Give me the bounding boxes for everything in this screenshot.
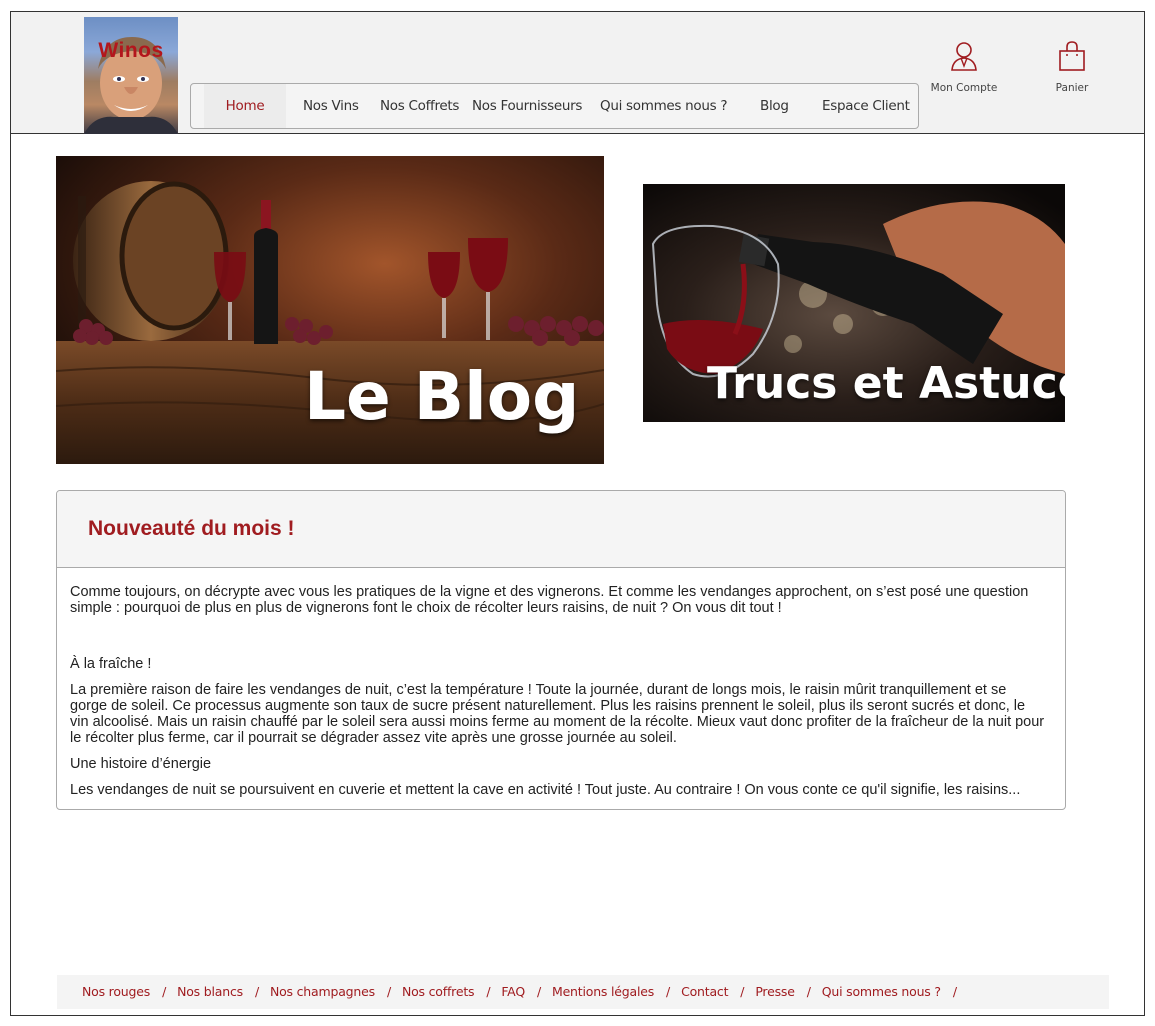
article-body[interactable]: Comme toujours, on décrypte avec vous le… (70, 584, 1045, 804)
footer-separator: / (486, 984, 491, 999)
footer-separator: / (952, 984, 957, 999)
blog-banner[interactable]: Le Blog (56, 156, 604, 464)
nav-nos-coffrets[interactable]: Nos Coffrets (380, 84, 459, 128)
tips-banner-title: Trucs et Astuces (707, 358, 1065, 409)
footer-separator: / (386, 984, 391, 999)
site-logo[interactable]: Winos (84, 17, 178, 134)
main-nav: Home Nos Vins Nos Coffrets Nos Fournisse… (190, 83, 919, 129)
footer-link-nos-coffrets[interactable]: Nos coffrets (402, 984, 475, 999)
account-link[interactable]: Mon Compte (929, 40, 999, 94)
footer-links: Nos rouges / Nos blancs / Nos champagnes / Nos… (82, 975, 968, 1009)
cart-label: Panier (1055, 82, 1089, 94)
article-intro: Comme toujours, on décrypte avec vous le… (70, 584, 1029, 616)
footer-separator: / (740, 984, 745, 999)
article-paragraph-1: La première raison de faire les vendange… (70, 682, 1045, 746)
site-footer: Nos rouges / Nos blancs / Nos champagnes / Nos… (57, 975, 1109, 1009)
footer-link-contact[interactable]: Contact (681, 984, 728, 999)
footer-separator: / (254, 984, 259, 999)
footer-separator: / (162, 984, 167, 999)
logo-portrait-icon (84, 37, 178, 134)
article-title: Nouveauté du mois ! (88, 517, 295, 540)
article-paragraph-2: Les vendanges de nuit se poursuivent en … (70, 782, 1021, 798)
footer-link-qui-sommes-nous[interactable]: Qui sommes nous ? (822, 984, 941, 999)
footer-link-mentions-legales[interactable]: Mentions légales (552, 984, 654, 999)
nav-nos-vins[interactable]: Nos Vins (303, 84, 359, 128)
shopping-bag-icon (1059, 41, 1085, 71)
blog-banner-title: Le Blog (304, 358, 580, 435)
article-heading-2: Une histoire d’énergie (70, 756, 212, 772)
footer-link-faq[interactable]: FAQ (501, 984, 525, 999)
article-heading-1: À la fraîche ! (70, 656, 152, 672)
footer-link-presse[interactable]: Presse (755, 984, 795, 999)
user-icon (951, 42, 977, 71)
site-header: Winos Home Nos Vins Nos Coffrets Nos Fou… (11, 12, 1144, 134)
footer-separator: / (806, 984, 811, 999)
footer-separator: / (536, 984, 541, 999)
tips-banner[interactable]: Trucs et Astuces (643, 184, 1065, 422)
footer-link-nos-champagnes[interactable]: Nos champagnes (270, 984, 375, 999)
footer-separator: / (666, 984, 671, 999)
footer-link-nos-rouges[interactable]: Nos rouges (82, 984, 150, 999)
article-panel-header: Nouveauté du mois ! (57, 491, 1065, 568)
article-panel: Nouveauté du mois ! Comme toujours, on d… (56, 490, 1066, 810)
page-frame: Winos Home Nos Vins Nos Coffrets Nos Fou… (10, 11, 1145, 1016)
nav-blog[interactable]: Blog (760, 84, 789, 128)
cart-link[interactable]: Panier (1047, 40, 1097, 94)
nav-qui-sommes-nous[interactable]: Qui sommes nous ? (600, 84, 728, 128)
nav-nos-fournisseurs[interactable]: Nos Fournisseurs (472, 84, 582, 128)
footer-link-nos-blancs[interactable]: Nos blancs (177, 984, 243, 999)
nav-home[interactable]: Home (204, 84, 286, 128)
logo-text: Winos (98, 39, 164, 62)
account-label: Mon Compte (930, 82, 998, 94)
nav-espace-client[interactable]: Espace Client (822, 84, 910, 128)
